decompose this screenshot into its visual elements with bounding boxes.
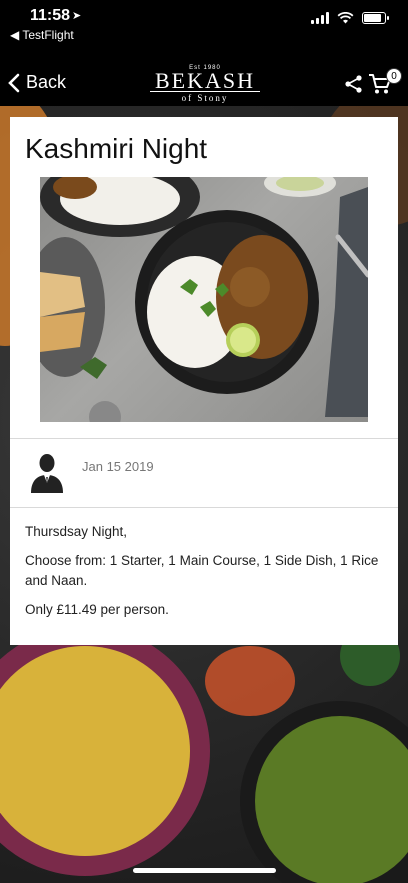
back-button[interactable]: Back (8, 72, 66, 93)
cellular-signal-icon (311, 12, 329, 24)
share-icon[interactable] (344, 74, 364, 94)
post-body-line: Thursdsay Night, (25, 524, 128, 539)
logo-name: BEKASH (150, 70, 260, 92)
location-arrow-icon: ➤ (72, 10, 82, 22)
user-avatar-icon (31, 454, 63, 493)
post-title: Kashmiri Night (25, 133, 208, 164)
status-time: 11:58 (30, 7, 71, 24)
post-body-line: Only £11.49 per person. (25, 602, 169, 617)
post-card: Kashmiri Night Jan 15 2019 Thursdsay Nig… (10, 117, 398, 645)
wifi-icon (337, 12, 354, 24)
status-bar: 11:58 ➤ ◀ TestFlight (0, 0, 408, 50)
home-indicator[interactable] (133, 868, 276, 873)
battery-icon (362, 12, 389, 24)
divider (10, 438, 398, 439)
post-body-line: Choose from: 1 Starter, 1 Main Course, 1… (25, 553, 379, 588)
cart-count-badge: 0 (386, 68, 402, 84)
back-button-label: Back (26, 72, 67, 92)
logo-subtitle: of Stony (181, 93, 229, 103)
divider (10, 507, 398, 508)
post-date: Jan 15 2019 (82, 459, 154, 474)
post-description: Thursdsay Night, Choose from: 1 Starter,… (25, 522, 385, 629)
restaurant-logo: Est 1980 BEKASH of Stony (150, 65, 260, 103)
post-image (40, 177, 368, 422)
back-to-testflight-link[interactable]: ◀ TestFlight (10, 28, 74, 42)
navigation-bar: Back Est 1980 BEKASH of Stony 0 (0, 50, 408, 106)
chevron-left-icon (8, 73, 20, 92)
